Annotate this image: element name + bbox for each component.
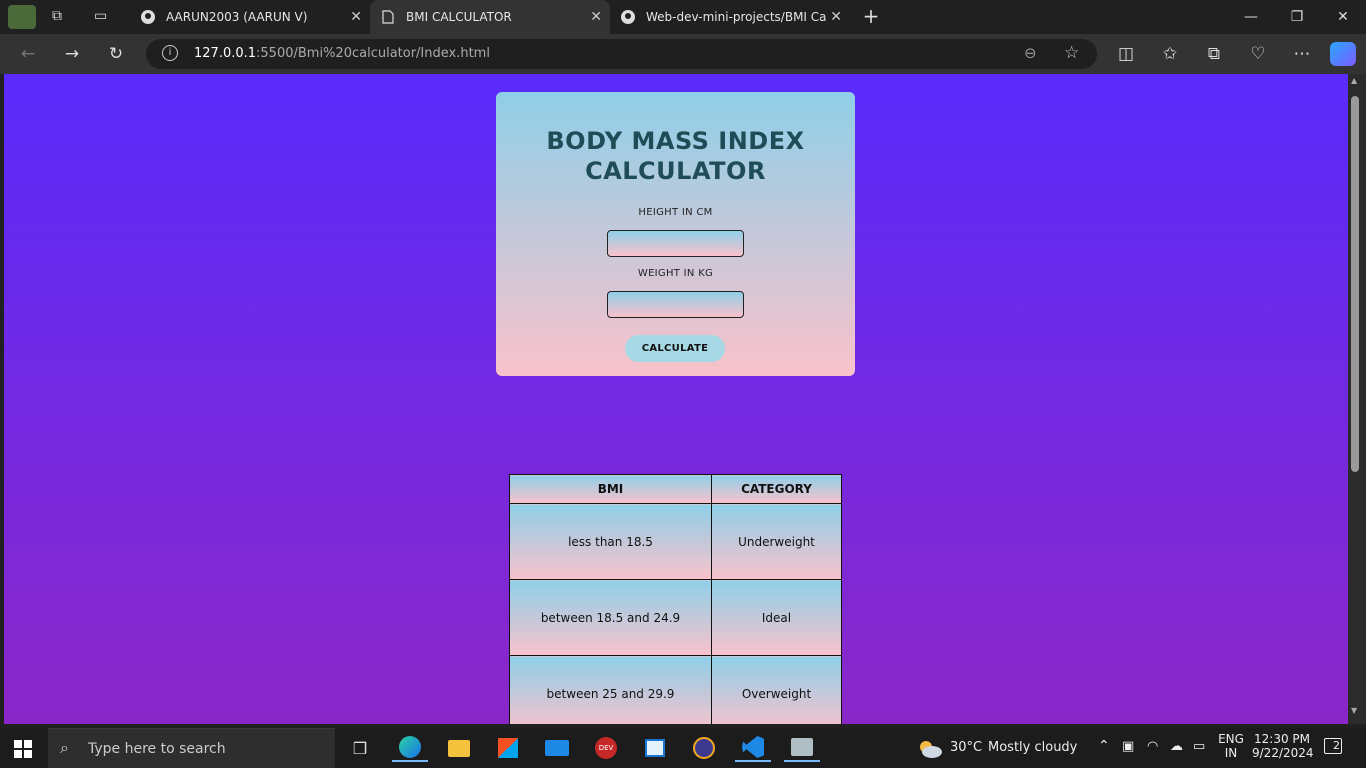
taskbar-search-box[interactable]: ⌕ Type here to search xyxy=(48,728,335,768)
file-explorer-icon[interactable] xyxy=(441,734,477,762)
windows-taskbar: ⌕ Type here to search ❒ DEV 30°C Mostly … xyxy=(0,728,1366,768)
bmi-table: BMI CATEGORY less than 18.5 Underweight … xyxy=(509,474,842,724)
tab-label: AARUN2003 (AARUN V) xyxy=(166,10,308,24)
calculator-card: BODY MASS INDEX CALCULATOR HEIGHT IN CM … xyxy=(496,92,855,376)
tab-github-repo[interactable]: Web-dev-mini-projects/BMI Calcu ✕ xyxy=(610,0,850,34)
restore-button[interactable]: ❐ xyxy=(1274,0,1320,34)
copilot-icon[interactable] xyxy=(1330,42,1356,66)
refresh-button[interactable]: ↻ xyxy=(102,42,130,66)
tab-label: BMI CALCULATOR xyxy=(406,10,512,24)
page-viewport: BODY MASS INDEX CALCULATOR HEIGHT IN CM … xyxy=(4,74,1348,724)
weight-input[interactable] xyxy=(607,291,744,318)
notification-count: 2 xyxy=(1324,738,1342,754)
forward-button[interactable]: → xyxy=(58,42,86,66)
more-menu-icon[interactable]: ⋯ xyxy=(1288,42,1316,66)
lang-code: ENG xyxy=(1218,732,1244,746)
site-info-icon[interactable]: i xyxy=(162,45,178,61)
control-panel-icon[interactable] xyxy=(784,734,820,762)
language-indicator[interactable]: ENG IN xyxy=(1216,732,1246,760)
page-title: BODY MASS INDEX CALCULATOR xyxy=(496,126,855,186)
height-input[interactable] xyxy=(607,230,744,257)
close-tab-icon[interactable]: ✕ xyxy=(590,9,602,25)
bmi-cell: less than 18.5 xyxy=(509,503,712,580)
meet-now-icon[interactable]: ▣ xyxy=(1122,739,1134,754)
edge-icon[interactable] xyxy=(392,734,428,762)
performance-icon[interactable]: ♡ xyxy=(1244,42,1272,66)
notification-center-icon[interactable]: 2 xyxy=(1324,738,1346,758)
vscode-icon[interactable] xyxy=(735,734,771,762)
scroll-down-arrow-icon[interactable]: ▼ xyxy=(1351,706,1357,715)
scroll-up-arrow-icon[interactable]: ▲ xyxy=(1351,76,1357,85)
close-tab-icon[interactable]: ✕ xyxy=(350,9,362,25)
table-header-row: BMI CATEGORY xyxy=(509,474,842,504)
task-view-icon[interactable]: ❒ xyxy=(342,734,378,762)
weather-temp[interactable]: 30°C xyxy=(950,740,982,755)
zoom-out-icon[interactable]: ⊖ xyxy=(1024,44,1037,62)
windows-start-icon[interactable] xyxy=(14,740,32,758)
tab-label: Web-dev-mini-projects/BMI Calcu xyxy=(646,10,826,24)
table-row: between 25 and 29.9 Overweight xyxy=(509,655,842,724)
cloud-sync-icon[interactable]: ☁ xyxy=(1170,739,1183,754)
clock[interactable]: 12:30 PM 9/22/2024 xyxy=(1252,732,1314,760)
split-screen-icon[interactable]: ◫ xyxy=(1112,42,1140,66)
calculate-button[interactable]: CALCULATE xyxy=(625,335,725,362)
new-tab-button[interactable]: + xyxy=(860,5,882,27)
clock-date: 9/22/2024 xyxy=(1252,746,1314,760)
weather-desc[interactable]: Mostly cloudy xyxy=(988,740,1077,755)
minimize-button[interactable]: — xyxy=(1228,0,1274,34)
url-text: 127.0.0.1:5500/Bmi%20calculator/Index.ht… xyxy=(194,46,490,61)
bmi-cell: between 18.5 and 24.9 xyxy=(509,579,712,656)
close-window-button[interactable]: ✕ xyxy=(1320,0,1366,34)
bmi-column-header: BMI xyxy=(509,474,712,504)
weather-cloud-icon[interactable] xyxy=(916,739,944,758)
workspaces-icon[interactable]: ⧉ xyxy=(52,8,70,26)
github-icon xyxy=(620,9,636,25)
back-button[interactable]: ← xyxy=(14,42,42,66)
favorites-icon[interactable]: ✩ xyxy=(1156,42,1184,66)
eclipse-icon[interactable] xyxy=(686,734,722,762)
tab-bmi-calculator[interactable]: BMI CALCULATOR ✕ xyxy=(370,0,610,34)
browser-titlebar: ⧉ ▭ AARUN2003 (AARUN V) ✕ BMI CALCULATOR… xyxy=(0,0,1366,34)
browser-toolbar: ← → ↻ i 127.0.0.1:5500/Bmi%20calculator/… xyxy=(0,34,1366,74)
search-placeholder: Type here to search xyxy=(88,741,226,757)
category-cell: Underweight xyxy=(711,503,842,580)
category-cell: Overweight xyxy=(711,655,842,724)
microsoft-store-icon[interactable] xyxy=(490,734,526,762)
table-row: less than 18.5 Underweight xyxy=(509,503,842,580)
app-window-icon[interactable] xyxy=(637,734,673,762)
weight-label: WEIGHT IN KG xyxy=(637,268,714,279)
category-cell: Ideal xyxy=(711,579,842,656)
address-bar[interactable]: i 127.0.0.1:5500/Bmi%20calculator/Index.… xyxy=(146,39,1097,69)
title-line: BODY MASS INDEX xyxy=(546,127,805,155)
scrollbar-thumb[interactable] xyxy=(1351,96,1359,472)
page-icon xyxy=(380,9,396,25)
github-icon xyxy=(140,9,156,25)
table-row: between 18.5 and 24.9 Ideal xyxy=(509,579,842,656)
wifi-icon[interactable]: ◠ xyxy=(1147,739,1158,754)
collections-icon[interactable]: ⧉ xyxy=(1200,42,1228,66)
category-column-header: CATEGORY xyxy=(711,474,842,504)
search-icon: ⌕ xyxy=(60,738,69,757)
height-label: HEIGHT IN CM xyxy=(638,207,713,218)
battery-icon[interactable]: ▭ xyxy=(1193,739,1205,754)
clock-time: 12:30 PM xyxy=(1254,732,1310,746)
bmi-cell: between 25 and 29.9 xyxy=(509,655,712,724)
mail-icon[interactable] xyxy=(539,734,575,762)
vertical-tabs-icon[interactable]: ▭ xyxy=(94,8,112,26)
show-hidden-icons-chevron-icon[interactable]: ⌃ xyxy=(1098,738,1110,754)
tab-github-profile[interactable]: AARUN2003 (AARUN V) ✕ xyxy=(130,0,370,34)
lang-region: IN xyxy=(1224,746,1238,760)
title-line: CALCULATOR xyxy=(585,157,766,185)
favorite-star-icon[interactable]: ☆ xyxy=(1064,43,1079,63)
profile-avatar[interactable] xyxy=(8,5,36,29)
devcpp-icon[interactable]: DEV xyxy=(588,734,624,762)
close-tab-icon[interactable]: ✕ xyxy=(830,9,842,25)
